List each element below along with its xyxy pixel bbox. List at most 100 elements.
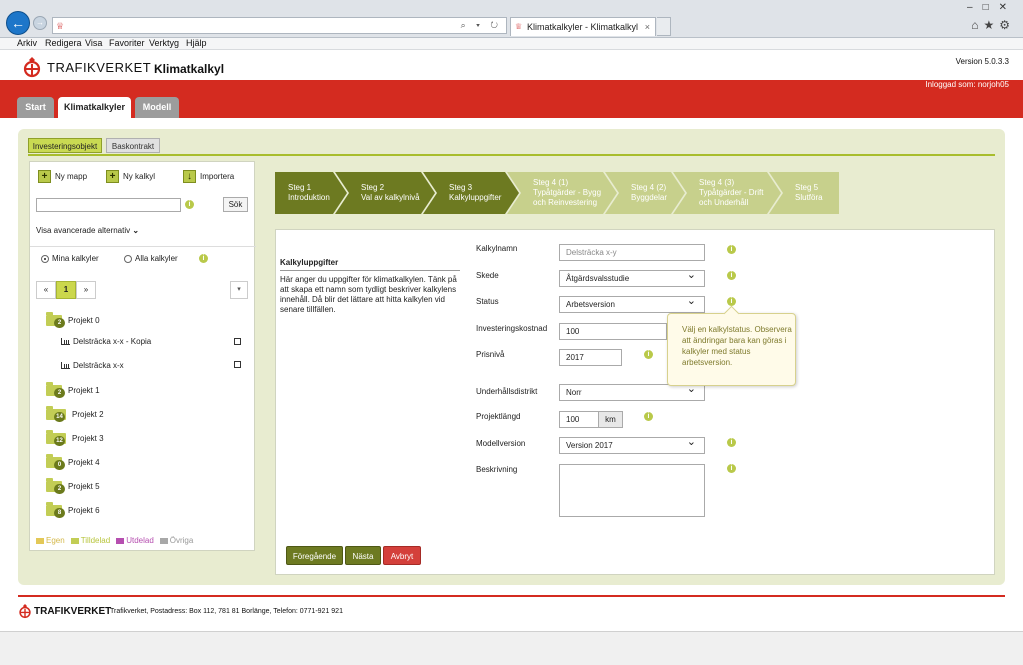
legend-utdelad: Utdelad bbox=[116, 536, 154, 545]
advanced-options-label: Visa avancerade alternativ bbox=[36, 226, 131, 235]
prisniva-input[interactable]: 2017 bbox=[559, 349, 622, 366]
tab-klimatkalkyler[interactable]: Klimatkalkyler bbox=[58, 97, 131, 118]
advanced-options-toggle[interactable]: Visa avancerade alternativ ⌄ bbox=[36, 226, 139, 235]
skede-select[interactable]: Åtgärdsvalsstudie bbox=[559, 268, 705, 287]
browser-icons[interactable]: ⌂★⚙ bbox=[971, 18, 1015, 32]
info-icon[interactable]: i bbox=[199, 254, 208, 263]
import-button[interactable]: ↓ Importera bbox=[183, 170, 234, 183]
tab-start[interactable]: Start bbox=[17, 97, 54, 118]
step-4-2[interactable]: Steg 4 (2) Byggdelar bbox=[605, 172, 685, 214]
radio-all[interactable]: Alla kalkyler bbox=[124, 254, 178, 263]
info-icon[interactable]: i bbox=[727, 297, 736, 306]
tree-folder-projekt-5[interactable]: 2 Projekt 5 bbox=[46, 478, 100, 494]
info-icon[interactable]: i bbox=[727, 464, 736, 473]
folder-count: 14 bbox=[54, 412, 65, 422]
menu-item-favoriter[interactable]: Favoriter bbox=[109, 38, 145, 49]
menu-item-hjalp[interactable]: Hjälp bbox=[186, 38, 207, 49]
subtab-investeringsobjekt[interactable]: Investeringsobjekt bbox=[28, 138, 102, 153]
favorites-star-icon[interactable]: ★ bbox=[983, 18, 999, 32]
subtab-divider bbox=[28, 154, 995, 156]
label-underhallsdistrikt: Underhållsdistrikt bbox=[476, 387, 538, 396]
step-4-1[interactable]: Steg 4 (1) Typåtgärder - Bygg och Reinvest… bbox=[507, 172, 617, 214]
help-text: Här anger du uppgifter för klimatkalkyle… bbox=[280, 275, 457, 314]
radio-all-label: Alla kalkyler bbox=[135, 254, 178, 263]
previous-button[interactable]: Föregående bbox=[286, 546, 343, 565]
pager: « 1 » bbox=[36, 281, 96, 299]
step-number: Steg 4 (1) bbox=[533, 178, 569, 187]
step-label: Byggdelar bbox=[631, 193, 668, 202]
address-tools[interactable]: ⌕ ▾ ↻ bbox=[461, 20, 502, 31]
folder-icon: 2 bbox=[46, 478, 65, 494]
projektlangd-input[interactable]: 100 bbox=[559, 411, 599, 428]
tree-calc-item[interactable]: Delsträcka x-x - Kopia bbox=[61, 337, 151, 346]
subtab-baskontrakt[interactable]: Baskontrakt bbox=[106, 138, 160, 153]
underhallsdistrikt-select[interactable]: Norr bbox=[559, 382, 705, 401]
gear-icon[interactable]: ⚙ bbox=[999, 18, 1015, 32]
info-icon[interactable]: i bbox=[644, 412, 653, 421]
page-size-dropdown[interactable]: ▾ bbox=[230, 281, 248, 299]
status-select[interactable]: Arbetsversion bbox=[559, 294, 705, 313]
modellversion-select[interactable]: Version 2017 bbox=[559, 435, 705, 454]
address-bar[interactable]: ♕ ⌕ ▾ ↻ bbox=[52, 17, 507, 34]
search-input[interactable] bbox=[36, 198, 181, 212]
menu-item-verktyg[interactable]: Verktyg bbox=[149, 38, 179, 49]
calc-checkbox[interactable] bbox=[234, 338, 241, 345]
step-2[interactable]: Steg 2 Val av kalkylnivå bbox=[335, 172, 435, 214]
info-icon[interactable]: i bbox=[185, 200, 194, 209]
folder-icon: 2 bbox=[46, 382, 65, 398]
radio-mine[interactable]: Mina kalkyler bbox=[41, 254, 99, 263]
info-icon[interactable]: i bbox=[644, 350, 653, 359]
back-arrow-icon[interactable]: ← bbox=[6, 11, 30, 35]
tree-folder-projekt-3[interactable]: 12 Projekt 3 bbox=[46, 430, 104, 446]
label-prisniva: Prisnivå bbox=[476, 350, 505, 359]
legend-egen: Egen bbox=[36, 536, 65, 545]
new-folder-button[interactable]: + Ny mapp bbox=[38, 170, 87, 183]
home-icon[interactable]: ⌂ bbox=[971, 18, 983, 32]
folder-count: 2 bbox=[54, 318, 65, 328]
footer-divider bbox=[18, 595, 1005, 597]
window-controls[interactable]: –□✕ bbox=[967, 2, 1017, 13]
new-calc-button[interactable]: + Ny kalkyl bbox=[106, 170, 155, 183]
info-icon[interactable]: i bbox=[727, 438, 736, 447]
step-1[interactable]: Steg 1 Introduktion bbox=[275, 172, 347, 214]
tree-folder-projekt-6[interactable]: 8 Projekt 6 bbox=[46, 502, 100, 518]
cancel-button[interactable]: Avbryt bbox=[383, 546, 421, 565]
forward-arrow-icon[interactable]: → bbox=[33, 16, 47, 30]
browser-tab[interactable]: ♕ Klimatkalkyler - Klimatkalkyl × bbox=[510, 17, 656, 36]
step-3[interactable]: Steg 3 Kalkyluppgifter bbox=[423, 172, 519, 214]
beskrivning-textarea[interactable] bbox=[559, 464, 705, 517]
tree-folder-projekt-0[interactable]: 2 Projekt 0 bbox=[46, 312, 100, 328]
new-calc-label: Ny kalkyl bbox=[123, 172, 156, 181]
investeringskostnad-input[interactable]: 100 bbox=[559, 323, 667, 340]
step-number: Steg 1 bbox=[288, 183, 312, 192]
search-button[interactable]: Sök bbox=[223, 197, 248, 212]
next-button[interactable]: Nästa bbox=[345, 546, 381, 565]
info-icon[interactable]: i bbox=[727, 245, 736, 254]
menu-item-visa[interactable]: Visa bbox=[85, 38, 102, 49]
menu-item-redigera[interactable]: Redigera bbox=[45, 38, 82, 49]
tab-favicon-icon: ♕ bbox=[515, 22, 523, 31]
folder-legend: Egen Tilldelad Utdelad Övriga bbox=[36, 536, 193, 545]
label-modellversion: Modellversion bbox=[476, 439, 526, 448]
tab-modell[interactable]: Modell bbox=[135, 97, 179, 118]
calc-name: Delsträcka x-x - Kopia bbox=[73, 337, 152, 346]
close-tab-icon[interactable]: × bbox=[645, 18, 650, 36]
tree-folder-projekt-4[interactable]: 0 Projekt 4 bbox=[46, 454, 100, 470]
new-tab-button[interactable] bbox=[657, 17, 671, 36]
app-title: Klimatkalkyl bbox=[154, 62, 225, 76]
menu-item-arkiv[interactable]: Arkiv bbox=[17, 38, 37, 49]
info-icon[interactable]: i bbox=[727, 271, 736, 280]
pager-prev[interactable]: « bbox=[36, 281, 56, 299]
pager-current[interactable]: 1 bbox=[56, 281, 76, 299]
tree-folder-projekt-2[interactable]: 14 Projekt 2 bbox=[46, 406, 104, 422]
tree-folder-projekt-1[interactable]: 2 Projekt 1 bbox=[46, 382, 100, 398]
kalkylnamn-input[interactable]: Delsträcka x-y bbox=[559, 244, 705, 261]
legend-ovriga: Övriga bbox=[159, 536, 193, 545]
pager-next[interactable]: » bbox=[76, 281, 96, 299]
folder-icon bbox=[116, 537, 125, 544]
label-kalkylnamn: Kalkylnamn bbox=[476, 244, 518, 253]
tree-calc-item[interactable]: Delsträcka x-x bbox=[61, 361, 124, 370]
calc-checkbox[interactable] bbox=[234, 361, 241, 368]
wizard-steps: Steg 1 Introduktion Steg 2 Val av kalkylni… bbox=[275, 172, 839, 214]
step-4-3[interactable]: Steg 4 (3) Typåtgärder - Drift och Underhå… bbox=[673, 172, 781, 214]
